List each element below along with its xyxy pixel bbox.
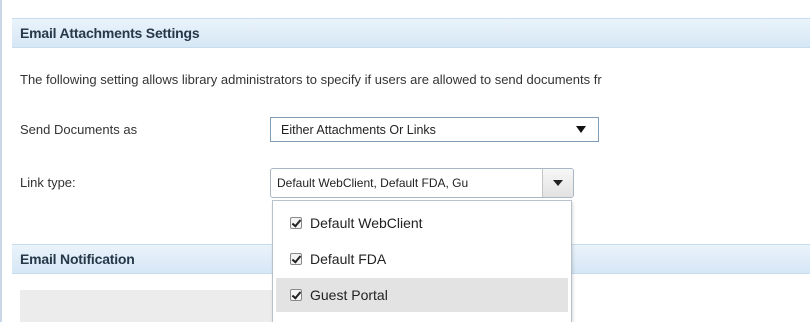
check-icon[interactable] — [290, 217, 302, 229]
send-documents-label: Send Documents as — [20, 122, 138, 137]
option-default-webclient[interactable]: Default WebClient — [276, 206, 568, 240]
link-type-dropdown-list: Default WebClient Default FDA Guest Port… — [272, 200, 572, 322]
option-default-fda[interactable]: Default FDA — [276, 242, 568, 276]
section-header-email-attachments: Email Attachments Settings — [12, 18, 810, 48]
check-icon[interactable] — [290, 253, 302, 265]
send-documents-value: Either Attachments Or Links — [281, 122, 436, 137]
option-label: Default FDA — [310, 251, 387, 267]
chevron-down-icon — [553, 180, 563, 186]
link-type-label: Link type: — [20, 175, 76, 190]
settings-description: The following setting allows library adm… — [20, 72, 602, 87]
send-documents-select[interactable]: Either Attachments Or Links — [270, 117, 599, 142]
link-type-combobox[interactable]: Default WebClient, Default FDA, Gu — [270, 168, 574, 198]
notification-content-placeholder — [20, 290, 272, 322]
check-icon[interactable] — [290, 289, 302, 301]
link-type-value: Default WebClient, Default FDA, Gu — [277, 176, 469, 190]
link-type-dropdown-button[interactable] — [542, 169, 573, 197]
chevron-down-icon — [576, 126, 586, 133]
option-label: Guest Portal — [310, 287, 388, 303]
option-label: Default WebClient — [310, 215, 423, 231]
option-guest-portal[interactable]: Guest Portal — [276, 278, 568, 312]
left-border — [0, 0, 2, 322]
